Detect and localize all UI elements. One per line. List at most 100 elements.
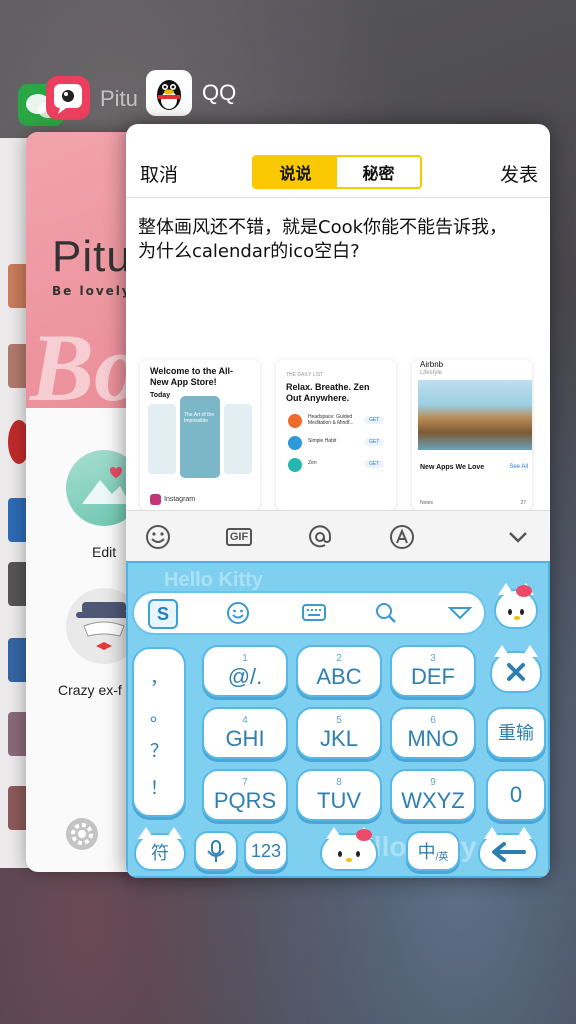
image-attachments: Welcome to the All-New App Store! Today … (140, 360, 550, 510)
pitu-app-icon[interactable] (46, 76, 90, 120)
sogou-s-icon[interactable]: S (148, 599, 178, 629)
qq-card[interactable]: 取消 说说 秘密 发表 整体画风还不错，就是Cook你能不能告诉我，为什么cal… (126, 124, 550, 878)
key-letters: DEF (411, 664, 455, 689)
edit-label: Edit (92, 544, 117, 560)
key-number: 6 (430, 715, 436, 726)
key-letters: PQRS (213, 788, 277, 813)
thumb-app: Headspace: Guided Meditation & Mindf... (308, 414, 354, 426)
attachment-thumb[interactable]: Welcome to the All-New App Store! Today … (140, 360, 260, 510)
key-4[interactable]: 4 GHI (202, 707, 288, 759)
get-button: GET (364, 438, 385, 446)
get-button: GET (364, 460, 385, 468)
app-icon-teal (288, 458, 302, 472)
space-key-kitty[interactable] (320, 827, 378, 871)
symbols-key[interactable]: 符 (134, 827, 186, 871)
number-mode-key[interactable]: 123 (244, 831, 288, 871)
key-3[interactable]: 3 DEF (390, 645, 476, 697)
thumb-notes: Notes (420, 500, 434, 506)
pitu-logo: Pitu (52, 232, 132, 281)
key-letters: MNO (407, 726, 459, 751)
punct-comma-key[interactable]: ， (150, 664, 168, 690)
key-label: 0 (509, 782, 523, 807)
gear-icon[interactable] (66, 818, 98, 850)
pitu-tagline: Be lovely (52, 284, 132, 298)
thumb-header: THE DAILY LIST (286, 372, 324, 378)
compose-header: 取消 说说 秘密 发表 (126, 124, 550, 198)
cancel-button[interactable]: 取消 (140, 160, 178, 187)
punctuation-column: ， 。 ？ ！ (132, 647, 186, 817)
crazy-label: Crazy ex-f (58, 682, 122, 698)
thumb-title: Relax. Breathe. Zen Out Anywhere. (286, 382, 370, 403)
app-icon-blue (288, 436, 302, 450)
thumb-section: New Apps We Love (420, 464, 485, 471)
key-number: 5 (336, 715, 342, 726)
key-6[interactable]: 6 MNO (390, 707, 476, 759)
punct-period-key[interactable]: 。 (150, 701, 168, 727)
post-type-toggle: 说说 秘密 (252, 155, 422, 189)
language-switch-key[interactable]: 中/英 (406, 831, 460, 871)
collapse-icon[interactable] (447, 605, 473, 625)
punct-exclaim-key[interactable]: ！ (150, 774, 168, 800)
qq-app-icon[interactable] (146, 70, 192, 116)
key-9[interactable]: 9 WXYZ (390, 769, 476, 821)
pitu-app-title: Pitu (100, 86, 138, 111)
post-button[interactable]: 发表 (500, 160, 538, 187)
pitu-icon (54, 84, 82, 114)
key-7[interactable]: 7 PQRS (202, 769, 288, 821)
at-icon[interactable] (306, 523, 334, 551)
gif-icon[interactable]: GIF (224, 523, 254, 551)
key-letters: ABC (316, 664, 362, 689)
enter-arrow-icon[interactable] (478, 827, 538, 871)
emoji-icon[interactable] (226, 601, 250, 629)
key-number: 4 (242, 715, 248, 726)
qq-penguin-icon (157, 80, 181, 110)
qq-app-title: QQ (202, 80, 237, 105)
reinput-key[interactable]: 重输 (486, 707, 546, 759)
microphone-icon[interactable] (194, 831, 238, 871)
key-2[interactable]: 2 ABC (296, 645, 382, 697)
key-label: 重输 (498, 723, 534, 743)
thumb-app: Simple Habit (308, 438, 337, 444)
instagram-icon (150, 494, 161, 505)
key-letters: GHI (225, 726, 265, 751)
keyboard-icon[interactable] (302, 603, 326, 627)
thumb-sub: Lifestyle (420, 370, 443, 376)
tab-shuoshuo[interactable]: 说说 (254, 157, 337, 187)
post-text-area[interactable]: 整体画风还不错，就是Cook你能不能告诉我，为什么calendar的ico空白? (138, 216, 518, 264)
key-number: 3 (430, 653, 436, 664)
key-letters: WXYZ (401, 788, 465, 813)
smiley-icon[interactable] (144, 523, 172, 551)
thumb-title: Welcome to the All-New App Store! (150, 366, 234, 387)
chevron-down-icon[interactable] (504, 523, 532, 551)
app-icon-orange (288, 414, 302, 428)
key-0[interactable]: 0 (486, 769, 546, 821)
lang-main: 中 (417, 842, 436, 862)
key-number: 7 (242, 777, 248, 788)
thumb-sub: Today (150, 392, 171, 399)
thumb-phone (180, 396, 220, 478)
get-button: GET (364, 416, 385, 424)
thumb-app: Zen (308, 460, 317, 466)
punct-question-key[interactable]: ？ (150, 737, 168, 763)
key-5[interactable]: 5 JKL (296, 707, 382, 759)
key-1[interactable]: 1 @/. (202, 645, 288, 697)
hello-kitty-deco-icon (494, 583, 538, 629)
apps-a-icon[interactable] (388, 523, 416, 551)
lang-sub: /英 (435, 851, 449, 863)
search-icon[interactable] (374, 601, 398, 629)
attachment-thumb[interactable]: THE DAILY LIST Relax. Breathe. Zen Out A… (276, 360, 396, 510)
key-8[interactable]: 8 TUV (296, 769, 382, 821)
attachment-thumb[interactable]: Airbnb Lifestyle New Apps We Love See Al… (412, 360, 532, 510)
key-number: 1 (242, 653, 248, 664)
tab-secret[interactable]: 秘密 (337, 157, 420, 187)
key-number: 8 (336, 777, 342, 788)
thumb-phone (148, 404, 176, 474)
thumb-title: Airbnb (420, 360, 444, 369)
thumb-phone (224, 404, 252, 474)
key-label: 123 (250, 841, 282, 861)
keyboard-theme-text: Hello Kitty (164, 569, 263, 591)
symbols-label: 符 (151, 843, 169, 864)
key-letters: @/. (227, 664, 263, 689)
hello-kitty-keyboard: Hello Kitty Hello Kitty S ， 。 ？ (126, 561, 550, 878)
delete-x-icon[interactable] (490, 645, 542, 693)
